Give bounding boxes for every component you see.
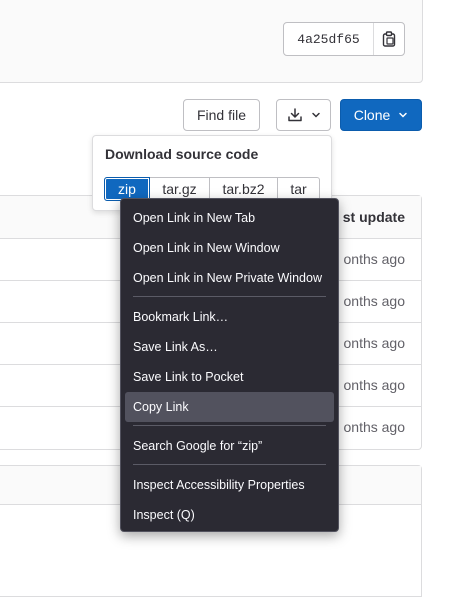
menu-item-label: Open Link in New Window: [133, 241, 280, 255]
last-update-header: st update: [342, 209, 405, 225]
commit-sha[interactable]: 4a25df65: [284, 23, 374, 55]
clone-button[interactable]: Clone: [340, 99, 422, 131]
menu-item-open-private-window[interactable]: Open Link in New Private Window: [125, 263, 334, 293]
menu-item-label: Copy Link: [133, 400, 189, 414]
chevron-down-icon: [311, 112, 320, 118]
menu-item-label: Open Link in New Tab: [133, 211, 256, 225]
last-update-cell: onths ago: [343, 419, 406, 435]
clipboard-icon: [382, 31, 396, 47]
last-update-cell: onths ago: [343, 293, 406, 309]
copy-sha-button[interactable]: [374, 23, 404, 55]
format-label: tar.gz: [162, 181, 197, 197]
menu-separator: [133, 425, 326, 426]
menu-item-label: Inspect (Q): [133, 508, 195, 522]
find-file-button[interactable]: Find file: [183, 99, 260, 131]
menu-item-label: Search Google for “zip”: [133, 439, 263, 453]
download-dropdown-button[interactable]: [276, 99, 331, 131]
chevron-down-icon: [399, 112, 408, 118]
menu-item-label: Save Link to Pocket: [133, 370, 244, 384]
format-label: zip: [118, 181, 136, 197]
link-context-menu: Open Link in New Tab Open Link in New Wi…: [120, 198, 339, 532]
menu-item-label: Open Link in New Private Window: [133, 271, 322, 285]
menu-item-label: Inspect Accessibility Properties: [133, 478, 305, 492]
menu-item-save-to-pocket[interactable]: Save Link to Pocket: [125, 362, 334, 392]
download-source-title: Download source code: [105, 146, 259, 162]
clone-label: Clone: [353, 107, 391, 123]
menu-separator: [133, 296, 326, 297]
format-label: tar.bz2: [222, 181, 265, 197]
download-icon: [287, 108, 302, 122]
last-update-cell: onths ago: [343, 251, 406, 267]
menu-item-inspect-accessibility[interactable]: Inspect Accessibility Properties: [125, 470, 334, 500]
menu-item-inspect[interactable]: Inspect (Q): [125, 500, 334, 530]
menu-item-label: Save Link As…: [133, 340, 218, 354]
menu-item-search-google[interactable]: Search Google for “zip”: [125, 431, 334, 461]
menu-item-save-link-as[interactable]: Save Link As…: [125, 332, 334, 362]
menu-item-open-new-tab[interactable]: Open Link in New Tab: [125, 203, 334, 233]
menu-item-open-new-window[interactable]: Open Link in New Window: [125, 233, 334, 263]
last-update-cell: onths ago: [343, 377, 406, 393]
menu-separator: [133, 464, 326, 465]
last-update-cell: onths ago: [343, 335, 406, 351]
menu-item-copy-link[interactable]: Copy Link: [125, 392, 334, 422]
find-file-label: Find file: [196, 107, 247, 123]
format-label: tar: [290, 181, 307, 197]
menu-item-bookmark-link[interactable]: Bookmark Link…: [125, 302, 334, 332]
menu-item-label: Bookmark Link…: [133, 310, 229, 324]
commit-sha-group: 4a25df65: [283, 22, 405, 56]
